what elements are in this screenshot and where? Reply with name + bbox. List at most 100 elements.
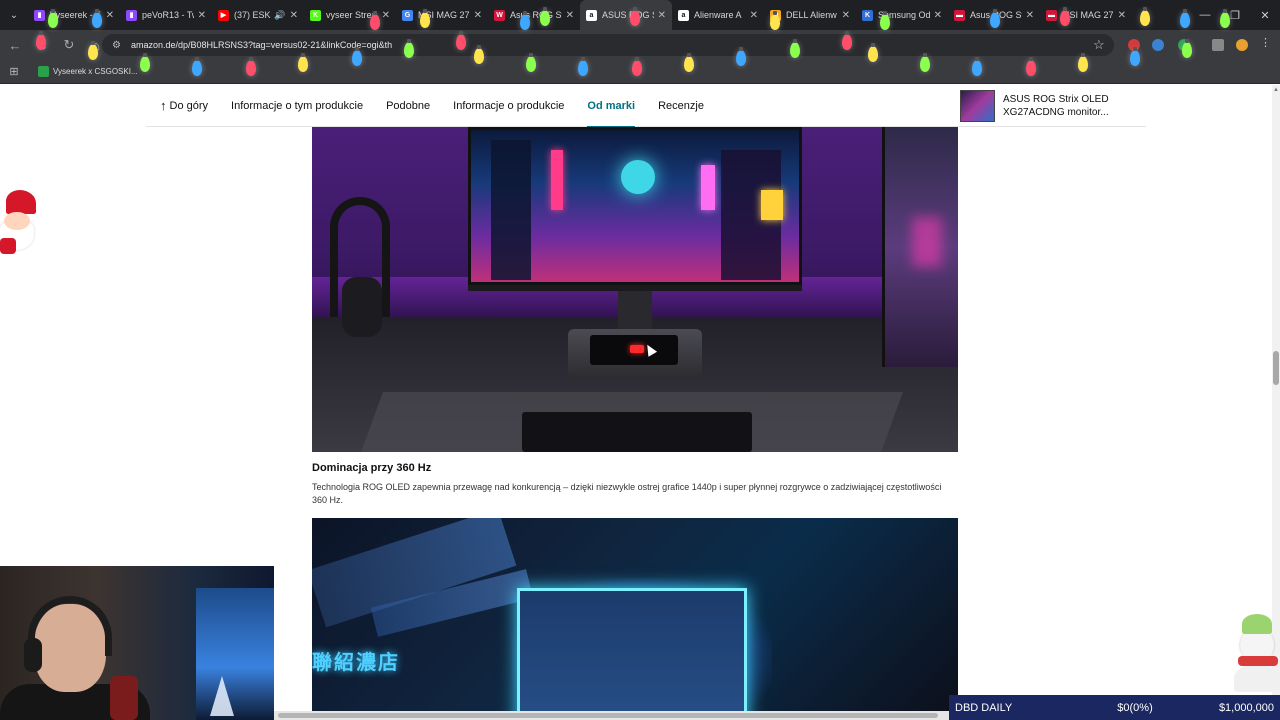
apps-grid-icon[interactable]: ⊞ bbox=[2, 65, 26, 78]
close-tab-icon[interactable]: ✕ bbox=[382, 10, 390, 21]
extensions-menu-icon[interactable] bbox=[1212, 39, 1224, 51]
browser-tab[interactable]: W Asus ROG St ✕ bbox=[488, 0, 580, 30]
tab-title: Alienware A bbox=[694, 10, 742, 20]
christmas-light-icon bbox=[790, 39, 800, 58]
christmas-light-icon bbox=[540, 7, 550, 26]
close-tab-icon[interactable]: ✕ bbox=[750, 10, 758, 21]
donation-ticker: DBD DAILY $0(0%) $1,000,000 bbox=[949, 695, 1280, 720]
christmas-light-icon bbox=[520, 11, 530, 30]
subnav-item-about[interactable]: Informacje o tym produkcie bbox=[231, 85, 363, 127]
tab-search-icon[interactable]: ⌄ bbox=[0, 0, 28, 30]
tab-favicon-icon: ▬ bbox=[1046, 9, 1057, 21]
browser-tab[interactable]: G MSI MAG 27 ✕ bbox=[396, 0, 488, 30]
subnav-item-reviews[interactable]: Recenzje bbox=[658, 85, 704, 127]
christmas-light-icon bbox=[632, 57, 642, 76]
christmas-light-icon bbox=[88, 41, 98, 60]
christmas-light-icon bbox=[1180, 9, 1190, 28]
scrollbar-thumb[interactable] bbox=[1273, 351, 1279, 385]
christmas-light-icon bbox=[1060, 7, 1070, 26]
christmas-light-icon bbox=[868, 43, 878, 62]
reload-icon[interactable]: ↻ bbox=[57, 33, 81, 57]
url-input[interactable]: ⚙ amazon.de/dp/B08HLRSNS3?tag=versus02-2… bbox=[102, 34, 1114, 56]
subnav-item-similar[interactable]: Podobne bbox=[386, 85, 430, 127]
product-title-line1: ASUS ROG Strix OLED bbox=[1003, 94, 1109, 105]
christmas-light-icon bbox=[684, 53, 694, 72]
christmas-light-icon bbox=[92, 9, 102, 28]
christmas-light-icon bbox=[370, 11, 380, 30]
rog-logo-icon bbox=[630, 345, 644, 353]
section-heading: Dominacja przy 360 Hz bbox=[312, 462, 432, 474]
browser-tab[interactable]: Kvyseer Strea ✕ bbox=[304, 0, 396, 30]
product-title[interactable]: ASUS ROG Strix OLED XG27ACDNG monitor... bbox=[1003, 93, 1109, 119]
back-icon[interactable]: ← bbox=[3, 33, 27, 57]
monitor-screen-image bbox=[468, 127, 802, 285]
url-text[interactable]: amazon.de/dp/B08HLRSNS3?tag=versus02-21&… bbox=[131, 40, 392, 50]
minimize-icon[interactable]: — bbox=[1190, 0, 1220, 30]
browser-tab[interactable]: a Alienware A ✕ bbox=[672, 0, 764, 30]
close-tab-icon[interactable]: ✕ bbox=[658, 10, 666, 21]
christmas-light-icon bbox=[972, 57, 982, 76]
browser-tab[interactable]: K Samsung Od ✕ bbox=[856, 0, 948, 30]
browser-tab[interactable]: ▮ Vyseerek - T ✕ bbox=[28, 0, 120, 30]
laptop-screen-image bbox=[517, 588, 747, 720]
close-tab-icon[interactable]: ✕ bbox=[290, 10, 298, 21]
close-tab-icon[interactable]: ✕ bbox=[566, 10, 574, 21]
christmas-light-icon bbox=[630, 7, 640, 26]
site-info-icon[interactable]: ⚙ bbox=[112, 40, 121, 51]
extension-icon[interactable] bbox=[1152, 39, 1164, 51]
arrow-up-icon: ↑ bbox=[160, 98, 167, 113]
subnav-label: Do góry bbox=[169, 99, 209, 112]
bookmark-star-icon[interactable]: ☆ bbox=[1093, 37, 1105, 53]
close-tab-icon[interactable]: ✕ bbox=[934, 10, 942, 21]
christmas-light-icon bbox=[352, 47, 362, 66]
sticky-product-summary[interactable]: ASUS ROG Strix OLED XG27ACDNG monitor... bbox=[960, 90, 1140, 122]
close-tab-icon[interactable]: ✕ bbox=[474, 10, 482, 21]
bookmark-favicon-icon bbox=[38, 66, 49, 77]
browser-tab[interactable]: a ASUS ROG S ✕ bbox=[580, 0, 672, 30]
christmas-light-icon bbox=[36, 31, 46, 50]
christmas-light-icon bbox=[1220, 9, 1230, 28]
browser-tab[interactable]: ▮ peVoR13 - Tw ✕ bbox=[120, 0, 212, 30]
bookmark-item[interactable]: Vyseerek x CSGOSKI... bbox=[38, 66, 138, 77]
browser-tab[interactable]: ▬ MSI MAG 27 ✕ bbox=[1040, 0, 1132, 30]
close-tab-icon[interactable]: ✕ bbox=[1026, 10, 1034, 21]
product-thumbnail[interactable] bbox=[960, 90, 995, 122]
tab-favicon-icon: W bbox=[494, 9, 505, 21]
speaker-icon[interactable]: 🔊 bbox=[274, 10, 285, 21]
microphone-image bbox=[110, 676, 138, 720]
close-tab-icon[interactable]: ✕ bbox=[842, 10, 850, 21]
tab-favicon-icon: ▶ bbox=[218, 9, 229, 21]
bookmark-label: Vyseerek x CSGOSKI... bbox=[53, 67, 138, 76]
subnav-item-product-info[interactable]: Informacje o produkcie bbox=[453, 85, 564, 127]
close-tab-icon[interactable]: ✕ bbox=[198, 10, 206, 21]
ticker-value: $0(0%) bbox=[1117, 701, 1153, 714]
ticker-name: DBD DAILY bbox=[955, 701, 1013, 714]
webcam-overlay bbox=[0, 566, 274, 720]
christmas-light-icon bbox=[246, 57, 256, 76]
santa-sticker-icon bbox=[0, 190, 36, 262]
tab-favicon-icon: K bbox=[310, 9, 321, 21]
profile-avatar[interactable] bbox=[1236, 39, 1248, 51]
snowman-sticker-icon bbox=[1230, 612, 1280, 692]
horizontal-scrollbar-thumb[interactable] bbox=[278, 713, 938, 718]
christmas-light-icon bbox=[420, 9, 430, 28]
christmas-light-icon bbox=[1182, 39, 1192, 58]
browser-tab[interactable]: ▶ (37) ESK 🔊 ✕ bbox=[212, 0, 304, 30]
horizontal-scrollbar[interactable] bbox=[274, 711, 949, 720]
address-toolbar: ← → ↻ ⌂ ⚙ amazon.de/dp/B08HLRSNS3?tag=ve… bbox=[0, 30, 1280, 60]
brand-gaming-image: 聯紹濃店 bbox=[312, 518, 958, 720]
christmas-light-icon bbox=[990, 9, 1000, 28]
close-window-icon[interactable]: ✕ bbox=[1250, 0, 1280, 30]
scroll-up-icon[interactable]: ▲ bbox=[1273, 87, 1279, 93]
browser-menu-icon[interactable]: ⋮ bbox=[1260, 36, 1272, 49]
subnav-item-top[interactable]: ↑ Do góry bbox=[160, 85, 208, 127]
close-tab-icon[interactable]: ✕ bbox=[106, 10, 114, 21]
christmas-light-icon bbox=[920, 53, 930, 72]
christmas-light-icon bbox=[736, 47, 746, 66]
subnav-item-from-brand[interactable]: Od marki bbox=[587, 85, 635, 128]
christmas-light-icon bbox=[770, 11, 780, 30]
close-tab-icon[interactable]: ✕ bbox=[1118, 10, 1126, 21]
christmas-light-icon bbox=[1130, 47, 1140, 66]
ticker-goal: $1,000,000 bbox=[1218, 701, 1274, 714]
christmas-light-icon bbox=[140, 53, 150, 72]
